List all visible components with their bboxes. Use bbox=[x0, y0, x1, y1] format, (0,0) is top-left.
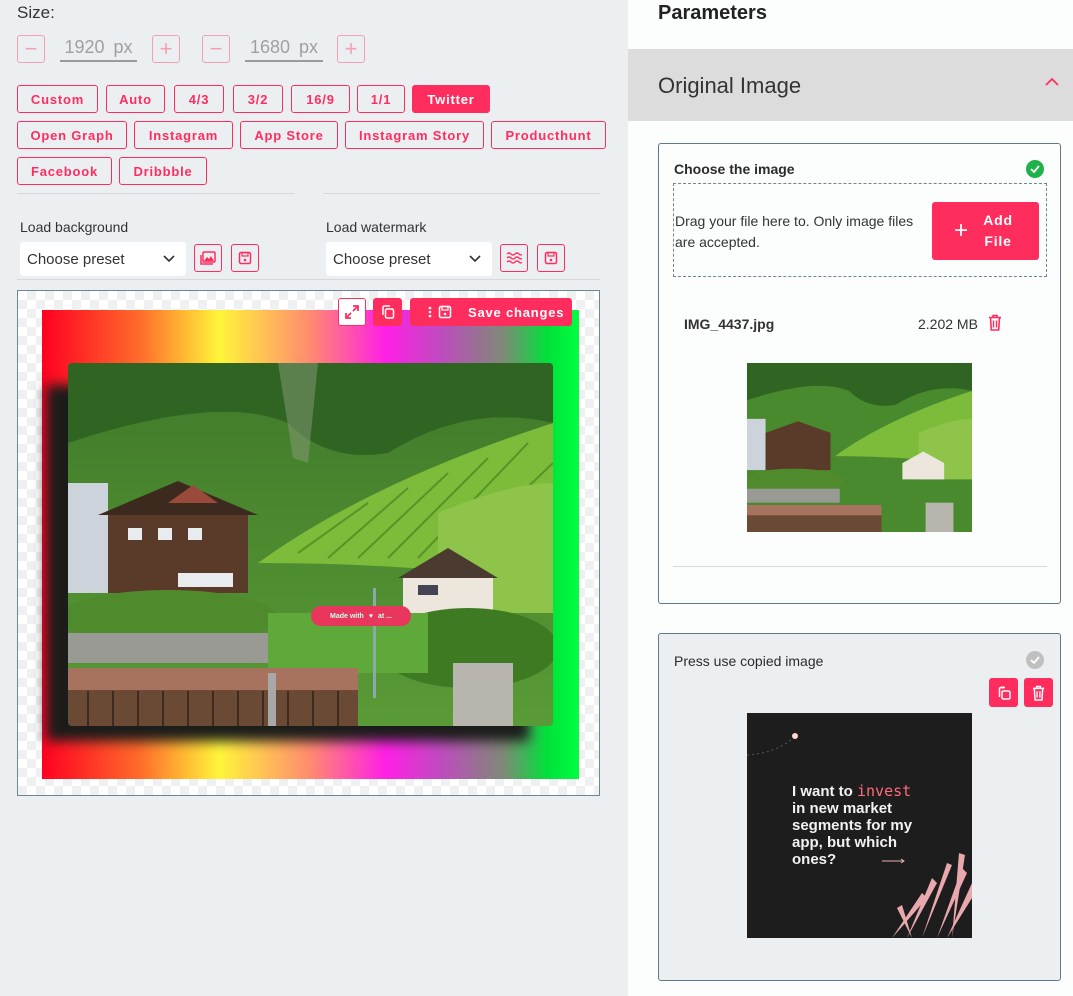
plus-icon: + bbox=[954, 217, 969, 244]
divider bbox=[673, 566, 1047, 567]
copied-text-line: app, but which bbox=[792, 834, 897, 851]
drag-handle-icon bbox=[428, 306, 432, 318]
copied-image-title: Press use copied image bbox=[674, 653, 824, 669]
copied-text-line: segments for my bbox=[792, 817, 913, 834]
height-input[interactable]: 1680 px bbox=[245, 34, 323, 62]
upload-background-button[interactable] bbox=[194, 244, 222, 272]
image-icon bbox=[200, 251, 216, 265]
add-file-button[interactable]: + Add File bbox=[932, 202, 1039, 260]
preset-instagram-story[interactable]: Instagram Story bbox=[345, 121, 484, 149]
copy-button[interactable] bbox=[373, 298, 402, 326]
watermark-text: Made with bbox=[329, 612, 364, 620]
trash-icon bbox=[1032, 685, 1045, 701]
add-file-label: Add File bbox=[983, 212, 1013, 249]
preset-dribbble[interactable]: Dribbble bbox=[119, 157, 207, 185]
preset-open-graph[interactable]: Open Graph bbox=[17, 121, 127, 149]
height-decrement-button[interactable]: − bbox=[202, 35, 230, 63]
width-value: 1920 bbox=[64, 36, 105, 57]
size-label: Size: bbox=[17, 3, 55, 22]
preset-facebook[interactable]: Facebook bbox=[17, 157, 112, 185]
preset-1-1[interactable]: 1/1 bbox=[357, 85, 405, 113]
preset-twitter[interactable]: Twitter bbox=[412, 85, 490, 113]
save-changes-label: Save changes bbox=[468, 304, 565, 320]
chevron-up-icon[interactable] bbox=[1045, 77, 1059, 87]
save-changes-button[interactable]: Save changes bbox=[410, 298, 572, 326]
height-increment-button[interactable]: + bbox=[337, 35, 365, 63]
dropzone-hint: Drag your file here to. Only image files… bbox=[675, 213, 914, 250]
delete-file-button[interactable] bbox=[988, 314, 1002, 336]
save-icon bbox=[544, 251, 558, 265]
editor-panel: Size: − 1920 px + − 1680 px + Custom Aut… bbox=[0, 0, 628, 996]
canvas-photo[interactable]: Made with ♥ at ... bbox=[68, 363, 553, 726]
divider bbox=[17, 193, 294, 194]
file-size: 2.202 MB bbox=[918, 316, 978, 332]
delete-copied-image-button[interactable] bbox=[1024, 678, 1053, 707]
save-watermark-button[interactable] bbox=[537, 244, 565, 272]
copied-text-prefix: I want to bbox=[792, 783, 857, 800]
check-circle-icon bbox=[1026, 651, 1044, 669]
height-unit: px bbox=[299, 36, 319, 57]
original-image-thumbnail bbox=[747, 363, 972, 532]
copied-image-text: I want to invest in new market segments … bbox=[792, 782, 913, 869]
landscape-photo bbox=[68, 363, 553, 726]
watermark-preset-select[interactable]: Choose preset bbox=[326, 242, 492, 276]
load-watermark-label: Load watermark bbox=[326, 219, 427, 235]
parameters-panel: Parameters Original Image Choose the ima… bbox=[628, 0, 1073, 996]
background-preset-select[interactable]: Choose preset bbox=[20, 242, 186, 276]
copied-image-preview: I want to invest in new market segments … bbox=[747, 713, 972, 938]
chevron-down-icon bbox=[469, 255, 481, 263]
copied-text-line: ones? bbox=[792, 851, 837, 868]
load-background-label: Load background bbox=[20, 219, 129, 235]
choose-image-card: Choose the image Drag your file here to.… bbox=[658, 143, 1061, 604]
preset-producthunt[interactable]: Producthunt bbox=[491, 121, 606, 149]
heart-icon: ♥ bbox=[368, 612, 373, 620]
landscape-thumbnail bbox=[747, 363, 972, 532]
expand-icon bbox=[345, 305, 359, 319]
preset-instagram[interactable]: Instagram bbox=[134, 121, 233, 149]
watermark-preset-value: Choose preset bbox=[333, 250, 431, 268]
preset-16-9[interactable]: 16/9 bbox=[291, 85, 350, 113]
preset-auto[interactable]: Auto bbox=[106, 85, 165, 113]
watermark-badge[interactable]: Made with ♥ at ... bbox=[311, 606, 411, 626]
accordion-title: Original Image bbox=[658, 73, 802, 98]
copied-text-line: in new market bbox=[792, 800, 893, 817]
copied-text-accent: invest bbox=[857, 782, 912, 800]
save-background-button[interactable] bbox=[231, 244, 259, 272]
chevron-down-icon bbox=[163, 255, 175, 263]
canvas-preview[interactable]: Made with ♥ at ... Save changes bbox=[17, 290, 600, 796]
file-name: IMG_4437.jpg bbox=[684, 316, 775, 332]
divider bbox=[17, 279, 600, 280]
parameters-title: Parameters bbox=[658, 2, 767, 24]
original-image-accordion[interactable]: Original Image bbox=[628, 49, 1073, 121]
paste-icon bbox=[998, 686, 1011, 700]
width-increment-button[interactable]: + bbox=[152, 35, 180, 63]
expand-button[interactable] bbox=[338, 298, 366, 326]
preset-3-2[interactable]: 3/2 bbox=[233, 85, 283, 113]
width-input[interactable]: 1920 px bbox=[60, 34, 137, 62]
watermark-text: at ... bbox=[377, 612, 392, 620]
paste-image-button[interactable] bbox=[989, 678, 1018, 707]
upload-watermark-button[interactable] bbox=[500, 244, 528, 272]
background-preset-value: Choose preset bbox=[27, 250, 125, 268]
width-decrement-button[interactable]: − bbox=[17, 35, 45, 63]
width-unit: px bbox=[113, 36, 133, 57]
file-dropzone[interactable]: Drag your file here to. Only image files… bbox=[673, 183, 1047, 277]
choose-image-title: Choose the image bbox=[674, 161, 795, 177]
preset-custom[interactable]: Custom bbox=[17, 85, 98, 113]
height-value: 1680 bbox=[249, 36, 291, 57]
trash-icon bbox=[989, 314, 1001, 331]
copied-image-card: Press use copied image I want to invest … bbox=[658, 633, 1061, 981]
copy-icon bbox=[381, 305, 394, 319]
save-icon bbox=[238, 251, 252, 265]
divider bbox=[323, 193, 600, 194]
check-circle-icon bbox=[1026, 160, 1044, 178]
preset-4-3[interactable]: 4/3 bbox=[174, 85, 224, 113]
preset-app-store[interactable]: App Store bbox=[240, 121, 338, 149]
waves-icon bbox=[506, 252, 522, 264]
save-icon bbox=[438, 305, 452, 319]
